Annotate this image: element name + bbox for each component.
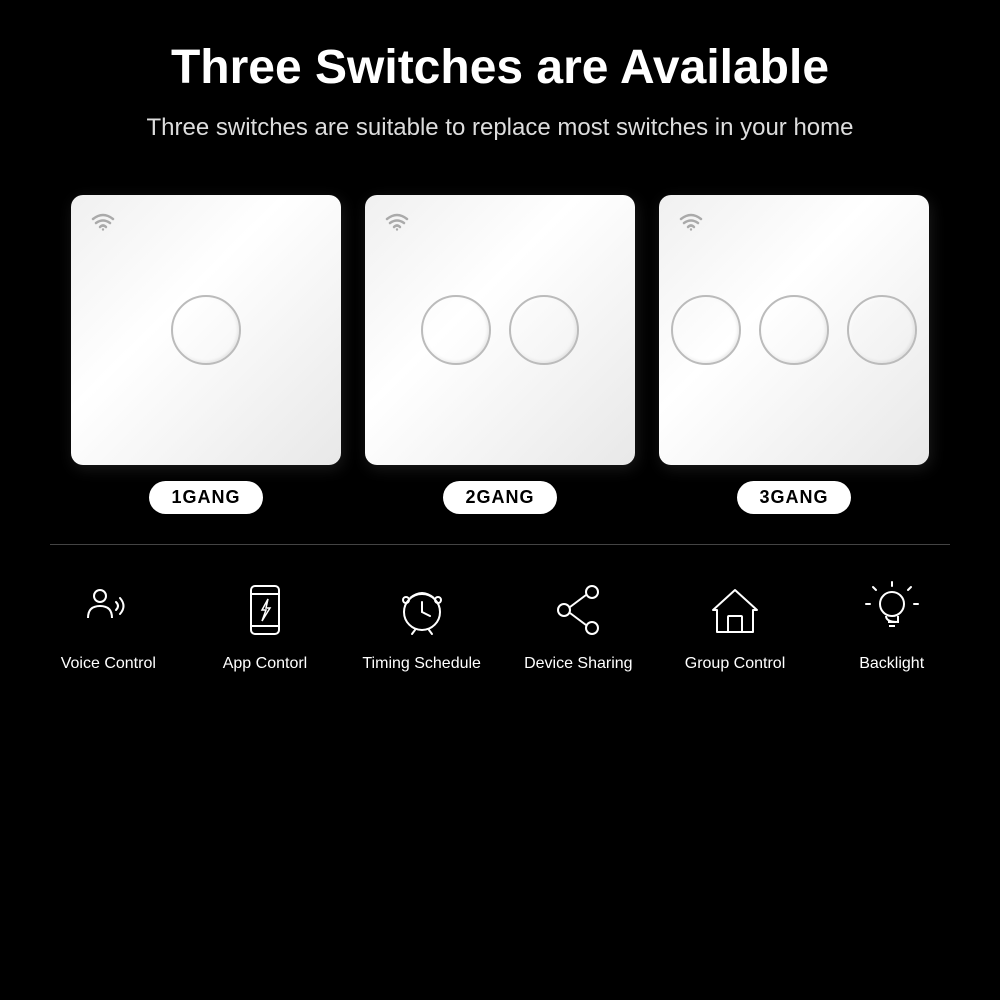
switches-row: 1GANG 2GANG xyxy=(31,165,969,524)
wifi-icon-3gang xyxy=(677,211,705,231)
share-icon xyxy=(543,575,613,645)
switch-panel-3gang xyxy=(659,195,929,465)
clock-icon xyxy=(387,575,457,645)
switch-item-1gang: 1GANG xyxy=(71,195,341,514)
feature-group-control: Group Control xyxy=(657,575,814,673)
voice-icon xyxy=(73,575,143,645)
feature-label-group: Group Control xyxy=(685,655,786,673)
app-icon xyxy=(230,575,300,645)
header-section: Three Switches are Available Three switc… xyxy=(127,0,874,165)
buttons-3gang xyxy=(671,295,917,365)
buttons-1gang xyxy=(171,295,241,365)
switch-panel-2gang xyxy=(365,195,635,465)
main-title: Three Switches are Available xyxy=(147,40,854,95)
wifi-icon-1gang xyxy=(89,211,117,231)
switch-item-2gang: 2GANG xyxy=(365,195,635,514)
features-row: Voice Control App Contorl xyxy=(0,575,1000,673)
feature-label-sharing: Device Sharing xyxy=(524,655,633,673)
touch-button-1[interactable] xyxy=(171,295,241,365)
touch-button-3b[interactable] xyxy=(759,295,829,365)
feature-label-app: App Contorl xyxy=(223,655,308,673)
feature-voice-control: Voice Control xyxy=(30,575,187,673)
gang-label-2: 2GANG xyxy=(443,481,556,514)
touch-button-2a[interactable] xyxy=(421,295,491,365)
gang-label-1: 1GANG xyxy=(149,481,262,514)
feature-timing: Timing Schedule xyxy=(343,575,500,673)
gang-label-3: 3GANG xyxy=(737,481,850,514)
touch-button-3a[interactable] xyxy=(671,295,741,365)
feature-label-backlight: Backlight xyxy=(859,655,924,673)
switch-panel-1gang xyxy=(71,195,341,465)
feature-backlight: Backlight xyxy=(813,575,970,673)
touch-button-3c[interactable] xyxy=(847,295,917,365)
home-icon xyxy=(700,575,770,645)
feature-label-voice: Voice Control xyxy=(61,655,156,673)
bulb-icon xyxy=(857,575,927,645)
feature-label-timing: Timing Schedule xyxy=(362,655,481,673)
touch-button-2b[interactable] xyxy=(509,295,579,365)
main-subtitle: Three switches are suitable to replace m… xyxy=(147,111,854,145)
wifi-icon-2gang xyxy=(383,211,411,231)
divider xyxy=(50,544,950,545)
switch-item-3gang: 3GANG xyxy=(659,195,929,514)
feature-app-control: App Contorl xyxy=(187,575,344,673)
buttons-2gang xyxy=(421,295,579,365)
feature-device-sharing: Device Sharing xyxy=(500,575,657,673)
